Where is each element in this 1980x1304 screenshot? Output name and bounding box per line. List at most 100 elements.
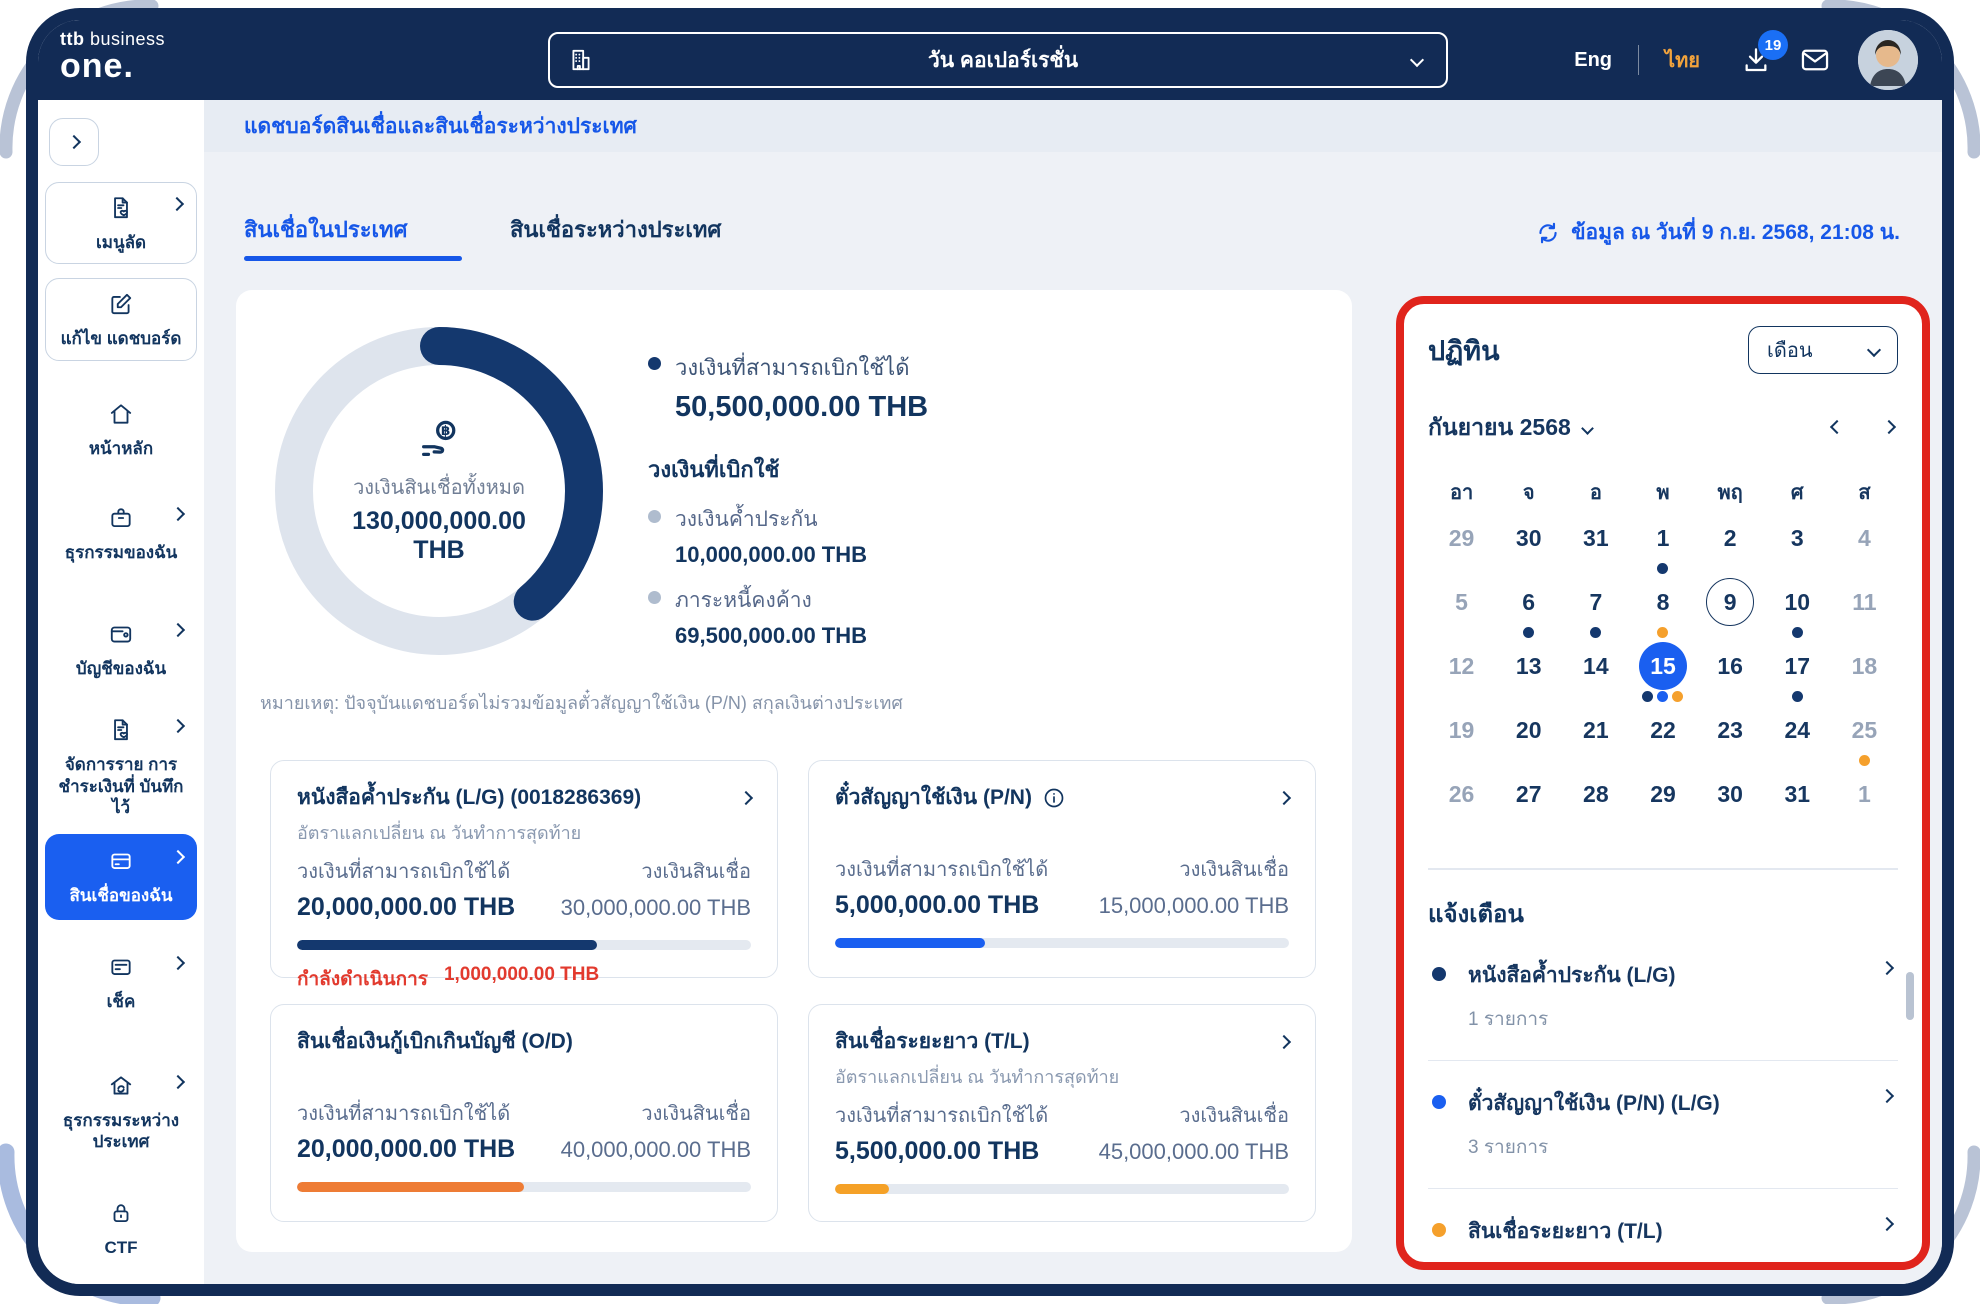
document-heart-icon (114, 197, 128, 219)
weekday-label: จ (1522, 482, 1535, 504)
sidebar-item-home[interactable]: หน้าหลัก (45, 397, 197, 463)
sidebar-item-cheque[interactable]: เช็ค (45, 950, 197, 1016)
calendar-day[interactable]: 25 (1831, 706, 1898, 770)
calendar-day[interactable]: 28 (1562, 770, 1629, 834)
calendar-day[interactable]: 27 (1495, 770, 1562, 834)
chevron-right-icon[interactable] (738, 790, 754, 805)
calendar-day[interactable]: 20 (1495, 706, 1562, 770)
chevron-right-icon[interactable] (1276, 1034, 1292, 1049)
available-value: 20,000,000.00 THB (297, 1135, 516, 1163)
lang-eng-button[interactable]: Eng (1574, 49, 1612, 72)
brand-business: business (84, 29, 166, 49)
calendar-day[interactable]: 19 (1428, 706, 1495, 770)
chevron-right-icon (170, 719, 186, 734)
calendar-day[interactable]: 30 (1697, 770, 1764, 834)
calendar-day[interactable]: 12 (1428, 642, 1495, 706)
sidebar-item-saved-payments[interactable]: จัดการราย การชำระเงินที่ บันทึกไว้ (45, 713, 197, 822)
tab-international-credit[interactable]: สินเชื่อระหว่างประเทศ (510, 212, 721, 247)
calendar-day[interactable]: 29 (1428, 514, 1495, 578)
calendar-day[interactable]: 24 (1764, 706, 1831, 770)
available-label: วงเงินที่สามารถเบิกใช้ได้ (835, 1105, 1049, 1127)
event-dots (1858, 755, 1870, 766)
outstanding-value: 69,500,000.00 THB (675, 623, 868, 648)
chevron-down-icon (1409, 52, 1425, 68)
calendar-day[interactable]: 29 (1629, 770, 1696, 834)
calendar-day[interactable]: 6 (1495, 578, 1562, 642)
limit-label: วงเงินสินเชื่อ (641, 1103, 751, 1125)
card-overdraft: สินเชื่อเงินกู้เบิกเกินบัญชี (O/D) วงเงิ… (270, 1004, 778, 1222)
chevron-right-icon (170, 622, 186, 638)
briefcase-icon (111, 508, 131, 527)
download-button[interactable]: 19 (1740, 30, 1788, 76)
weekday-label: ศ (1790, 482, 1804, 504)
notification-item-lg[interactable]: หนังสือค้ำประกัน (L/G) 1 รายการ (1428, 933, 1898, 1061)
previous-month-button[interactable] (1828, 415, 1846, 441)
divider (1638, 45, 1640, 75)
calendar-day[interactable]: 31 (1764, 770, 1831, 834)
card-subtitle: อัตราแลกเปลี่ยน ณ วันทำการสุดท้าย (297, 823, 582, 843)
calendar-day[interactable]: 2 (1697, 514, 1764, 578)
avatar[interactable] (1858, 30, 1918, 90)
notification-item-tl[interactable]: สินเชื่อระยะยาว (T/L) (1428, 1189, 1898, 1263)
notification-item-pn[interactable]: ตั๋วสัญญาใช้เงิน (P/N) (L/G) 3 รายการ (1428, 1061, 1898, 1189)
calendar-day[interactable]: 14 (1562, 642, 1629, 706)
calendar-day[interactable]: 5 (1428, 578, 1495, 642)
page-title: แดชบอร์ดสินเชื่อและสินเชื่อระหว่างประเทศ (244, 114, 637, 138)
notification-title: สินเชื่อระยะยาว (T/L) (1468, 1219, 1663, 1243)
calendar-day[interactable]: 4 (1831, 514, 1898, 578)
event-dots (1791, 691, 1803, 702)
calendar-day[interactable]: 18 (1831, 642, 1898, 706)
scrollbar-thumb[interactable] (1906, 972, 1914, 1020)
lang-thai-button[interactable]: ไทย (1665, 44, 1700, 76)
sidebar-item-my-transactions[interactable]: ธุรกรรมของฉัน (45, 501, 197, 567)
mail-button[interactable] (1798, 43, 1832, 77)
calendar-day[interactable]: 8 (1629, 578, 1696, 642)
company-selector-label: วัน คอเปอร์เรชั่น (927, 48, 1079, 72)
event-dots (1791, 627, 1803, 638)
calendar-day[interactable]: 21 (1562, 706, 1629, 770)
calendar-day[interactable]: 30 (1495, 514, 1562, 578)
chevron-down-icon (1580, 421, 1594, 435)
tab-domestic-credit[interactable]: สินเชื่อในประเทศ (244, 212, 408, 247)
available-label: วงเงินที่สามารถเบิกใช้ได้ (675, 355, 910, 380)
refresh-button[interactable]: ข้อมูล ณ วันที่ 9 ก.ย. 2568, 21:08 น. (1535, 216, 1900, 249)
calendar-day[interactable]: 7 (1562, 578, 1629, 642)
calendar-day[interactable]: 15 (1629, 642, 1696, 706)
sidebar-item-label: เมนูลัด (95, 233, 147, 252)
sidebar-item-edit-dashboard[interactable]: แก้ไข แดชบอร์ด (45, 278, 197, 361)
weekday-label: พ (1656, 482, 1670, 504)
company-selector[interactable]: วัน คอเปอร์เรชั่น (548, 32, 1448, 88)
calendar-day[interactable]: 31 (1562, 514, 1629, 578)
calendar-day[interactable]: 3 (1764, 514, 1831, 578)
chevron-right-icon (170, 506, 186, 521)
calendar-day[interactable]: 9 (1697, 578, 1764, 642)
calendar-panel-highlighted: ปฏิทิน เดือน กันยายน 2568 อา จ อ พ พฤ ศ … (1396, 296, 1930, 1270)
calendar-day[interactable]: 11 (1831, 578, 1898, 642)
calendar-day[interactable]: 23 (1697, 706, 1764, 770)
sidebar-item-my-credit[interactable]: สินเชื่อของฉัน (45, 834, 197, 921)
calendar-day[interactable]: 13 (1495, 642, 1562, 706)
calendar-day[interactable]: 1 (1629, 514, 1696, 578)
calendar-day[interactable]: 22 (1629, 706, 1696, 770)
sidebar-item-international[interactable]: ธุรกรรมระหว่างประเทศ (45, 1069, 197, 1157)
progress-bar (297, 1182, 751, 1192)
next-month-button[interactable] (1880, 415, 1898, 441)
month-selector[interactable]: กันยายน 2568 (1428, 410, 1594, 446)
calendar-day[interactable]: 16 (1697, 642, 1764, 706)
calendar-day[interactable]: 17 (1764, 642, 1831, 706)
info-icon[interactable] (1042, 786, 1066, 810)
status-value: 1,000,000.00 THB (443, 964, 600, 985)
sidebar-item-my-accounts[interactable]: บัญชีของฉัน (45, 617, 197, 683)
chevron-right-icon[interactable] (1276, 790, 1292, 805)
sidebar-item-shortcut-menu[interactable]: เมนูลัด (45, 182, 197, 265)
limit-value: 30,000,000.00 THB (560, 895, 751, 920)
calendar-day[interactable]: 1 (1831, 770, 1898, 834)
sidebar-item-label: สินเชื่อของฉัน (69, 886, 173, 905)
sidebar-item-ctf[interactable]: CTF (45, 1196, 197, 1262)
calendar-day[interactable]: 26 (1428, 770, 1495, 834)
calendar-view-selector[interactable]: เดือน (1748, 326, 1898, 374)
legend-bullet-guarantee (648, 510, 661, 523)
sidebar-collapse-button[interactable] (49, 118, 99, 166)
calendar-day[interactable]: 10 (1764, 578, 1831, 642)
building-icon (572, 49, 590, 71)
